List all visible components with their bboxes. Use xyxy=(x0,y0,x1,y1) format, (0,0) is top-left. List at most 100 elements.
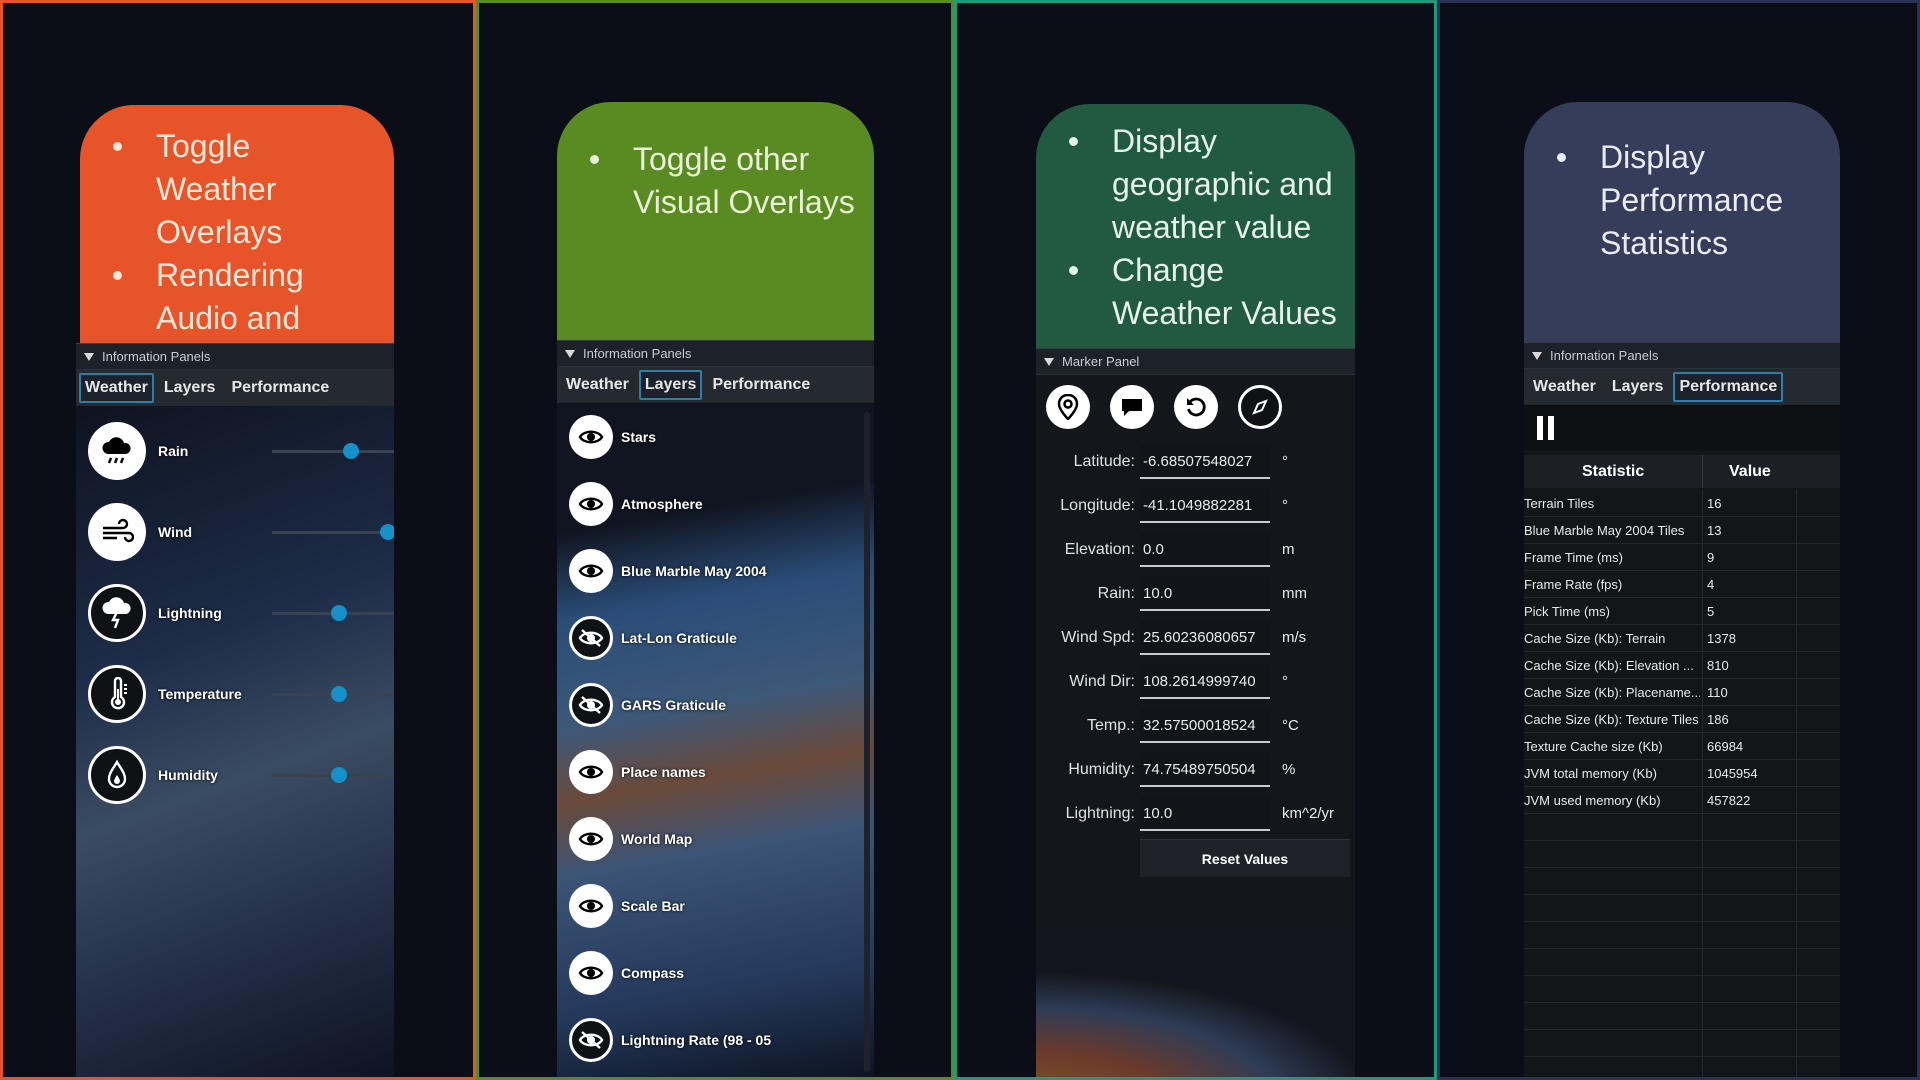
column-header-value[interactable]: Value xyxy=(1729,463,1771,481)
layer-toggle-row[interactable]: Scale Bar xyxy=(569,882,874,930)
tab-performance[interactable]: Performance xyxy=(1673,372,1784,402)
tab-layers[interactable]: Layers xyxy=(1606,372,1670,402)
layer-toggle-row[interactable]: Compass xyxy=(569,949,874,997)
table-row[interactable]: Cache Size (Kb): Terrain 1378 xyxy=(1524,625,1840,652)
pause-icon xyxy=(1537,416,1554,440)
tab-weather[interactable]: Weather xyxy=(79,373,154,403)
eye-slash-icon[interactable] xyxy=(569,683,613,727)
field-input[interactable]: 10.0 xyxy=(1140,577,1270,611)
lightning-icon[interactable] xyxy=(88,584,146,642)
eye-slash-icon[interactable] xyxy=(569,616,613,660)
reset-values-button[interactable]: Reset Values xyxy=(1140,839,1350,877)
tab-performance[interactable]: Performance xyxy=(706,370,816,400)
table-row[interactable]: Texture Cache size (Kb) 66984 xyxy=(1524,733,1840,760)
marker-field-row: Humidity: 74.75489750504% xyxy=(1036,751,1355,795)
panel-title: Information Panels xyxy=(583,346,692,361)
layer-toggle-row[interactable]: Place names xyxy=(569,748,874,796)
callout-bullet: Toggle Weather Overlays xyxy=(98,125,376,254)
tab-weather[interactable]: Weather xyxy=(1527,372,1602,402)
field-input[interactable]: -6.68507548027 xyxy=(1140,445,1270,479)
field-input[interactable]: 10.0 xyxy=(1140,797,1270,831)
column-header-statistic[interactable]: Statistic xyxy=(1582,463,1644,481)
thermometer-icon[interactable] xyxy=(88,665,146,723)
pause-button[interactable] xyxy=(1534,413,1560,443)
table-row[interactable]: Cache Size (Kb): Elevation ... 810 xyxy=(1524,652,1840,679)
panel-header[interactable]: Information Panels xyxy=(76,343,394,370)
eye-icon[interactable] xyxy=(569,951,613,995)
field-input[interactable]: 32.57500018524 xyxy=(1140,709,1270,743)
opacity-slider-knob[interactable] xyxy=(331,686,348,702)
opacity-slider-knob[interactable] xyxy=(379,524,394,540)
table-row[interactable]: Cache Size (Kb): Placename... 110 xyxy=(1524,679,1840,706)
compass-button[interactable] xyxy=(1238,385,1282,429)
tab-performance[interactable]: Performance xyxy=(225,373,335,403)
eye-slash-icon[interactable] xyxy=(569,1018,613,1062)
table-row[interactable]: Frame Time (ms) 9 xyxy=(1524,544,1840,571)
table-row[interactable]: Pick Time (ms) 5 xyxy=(1524,598,1840,625)
table-row[interactable]: Frame Rate (fps) 4 xyxy=(1524,571,1840,598)
information-panel: Information Panels Weather Layers Perfor… xyxy=(1524,342,1840,1077)
opacity-slider-knob[interactable] xyxy=(331,605,348,621)
field-input[interactable]: -41.1049882281 xyxy=(1140,489,1270,523)
eye-icon[interactable] xyxy=(569,549,613,593)
annotation-button[interactable] xyxy=(1110,385,1154,429)
field-label: Wind Spd: xyxy=(1061,629,1135,646)
eye-icon[interactable] xyxy=(569,750,613,794)
field-input[interactable]: 0.0 xyxy=(1140,533,1270,567)
field-input[interactable]: 25.60236080657 xyxy=(1140,621,1270,655)
table-row[interactable]: Cache Size (Kb): Texture Tiles 186 xyxy=(1524,706,1840,733)
panel-header[interactable]: Information Panels xyxy=(1524,342,1840,369)
table-row[interactable]: JVM used memory (Kb) 457822 xyxy=(1524,787,1840,814)
field-unit: m/s xyxy=(1282,629,1307,646)
layer-toggle-row[interactable]: Stars xyxy=(569,413,874,461)
layer-label: World Map xyxy=(621,831,693,847)
panel-header[interactable]: Marker Panel xyxy=(1036,348,1355,375)
map-pin-button[interactable] xyxy=(1046,385,1090,429)
field-label: Rain: xyxy=(1097,585,1135,602)
eye-icon[interactable] xyxy=(569,817,613,861)
tab-weather[interactable]: Weather xyxy=(560,370,635,400)
table-row[interactable]: Terrain Tiles 16 xyxy=(1524,490,1840,517)
table-row[interactable]: JVM total memory (Kb) 1045954 xyxy=(1524,760,1840,787)
opacity-slider-track[interactable] xyxy=(272,450,394,453)
collapse-triangle-icon[interactable] xyxy=(1532,351,1542,360)
eye-icon[interactable] xyxy=(569,482,613,526)
tab-layers[interactable]: Layers xyxy=(638,370,703,400)
weather-layer-label: Wind xyxy=(158,524,193,540)
droplet-icon[interactable] xyxy=(88,746,146,804)
eye-icon[interactable] xyxy=(569,884,613,928)
field-input[interactable]: 108.2614999740 xyxy=(1140,665,1270,699)
opacity-slider-track[interactable] xyxy=(272,531,394,534)
rain-cloud-icon[interactable] xyxy=(88,422,146,480)
callout-weather: Toggle Weather Overlays Rendering Audio … xyxy=(80,105,394,343)
layer-toggle-row[interactable]: Lightning Rate (98 - 05 xyxy=(569,1016,874,1064)
marker-field-row: Wind Spd: 25.60236080657 m/s xyxy=(1036,619,1355,663)
globe-view[interactable] xyxy=(1036,928,1355,1077)
rotate-button[interactable] xyxy=(1174,385,1218,429)
tab-layers[interactable]: Layers xyxy=(158,373,222,403)
field-unit: % xyxy=(1282,761,1296,778)
table-row[interactable]: Blue Marble May 2004 Tiles 13 xyxy=(1524,517,1840,544)
empty-table-row xyxy=(1524,1030,1840,1057)
callout-marker: Display geographic and weather value Cha… xyxy=(1036,104,1355,348)
stat-name: Blue Marble May 2004 Tiles xyxy=(1524,523,1685,538)
collapse-triangle-icon[interactable] xyxy=(1044,357,1054,366)
callout-layers: Toggle other Visual Overlays xyxy=(557,102,874,340)
wind-icon[interactable] xyxy=(88,503,146,561)
layer-toggle-row[interactable]: Lat-Lon Graticule xyxy=(569,614,874,662)
opacity-slider-knob[interactable] xyxy=(331,767,348,783)
map-pin-icon xyxy=(1057,394,1079,420)
layer-toggle-row[interactable]: GARS Graticule xyxy=(569,681,874,729)
field-input[interactable]: 74.75489750504 xyxy=(1140,753,1270,787)
collapse-triangle-icon[interactable] xyxy=(84,352,94,361)
stat-name: Terrain Tiles xyxy=(1524,496,1595,511)
collapse-triangle-icon[interactable] xyxy=(565,349,575,358)
panel-header[interactable]: Information Panels xyxy=(557,340,874,367)
layer-toggle-row[interactable]: Blue Marble May 2004 xyxy=(569,547,874,595)
stat-name: Cache Size (Kb): Terrain xyxy=(1524,631,1666,646)
stat-value: 13 xyxy=(1707,523,1722,538)
layer-toggle-row[interactable]: World Map xyxy=(569,815,874,863)
eye-icon[interactable] xyxy=(569,415,613,459)
field-label: Latitude: xyxy=(1073,453,1135,470)
layer-toggle-row[interactable]: Atmosphere xyxy=(569,480,874,528)
